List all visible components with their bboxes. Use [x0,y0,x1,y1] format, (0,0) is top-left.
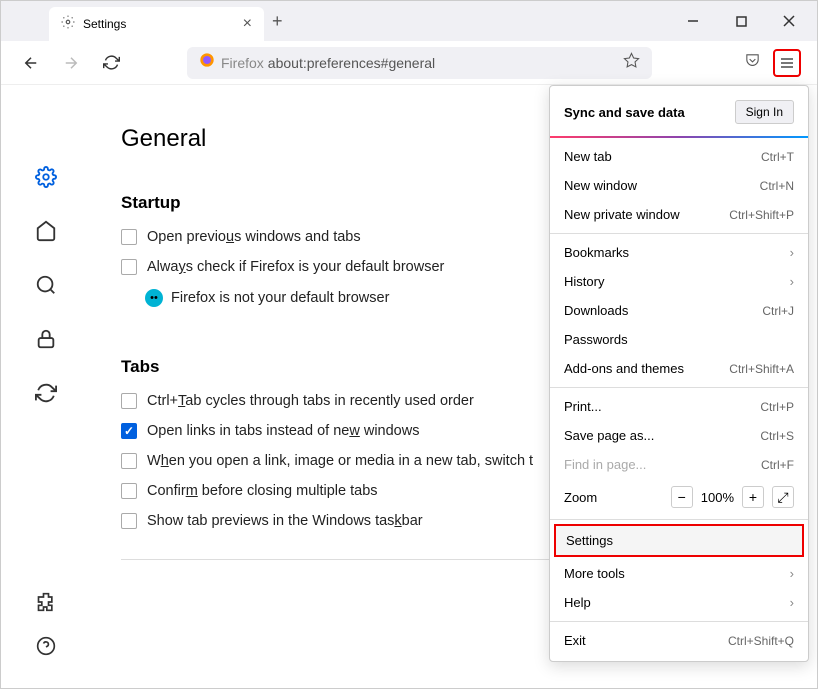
window-controls [681,9,809,33]
menu-new-private-window[interactable]: New private windowCtrl+Shift+P [550,200,808,229]
sidebar [1,85,91,688]
menu-passwords[interactable]: Passwords [550,325,808,354]
menu-separator [550,136,808,138]
checkbox[interactable] [121,393,137,409]
menu-new-window[interactable]: New windowCtrl+N [550,171,808,200]
menu-separator [550,519,808,520]
home-icon[interactable] [34,219,58,243]
url-text: about:preferences#general [268,55,435,71]
pocket-icon[interactable] [744,52,761,74]
titlebar: Settings × + [1,1,817,41]
menu-downloads[interactable]: DownloadsCtrl+J [550,296,808,325]
menu-settings[interactable]: Settings [554,524,804,557]
checkbox-label: Show tab previews in the Windows taskbar [147,513,423,529]
extensions-icon[interactable] [34,590,58,614]
checkbox[interactable] [121,453,137,469]
menu-save-as[interactable]: Save page as...Ctrl+S [550,421,808,450]
minimize-button[interactable] [681,9,705,33]
chevron-right-icon: › [790,566,794,581]
zoom-value: 100% [701,490,734,505]
url-bar[interactable]: Firefox about:preferences#general [187,47,652,79]
reload-button[interactable] [97,49,125,77]
help-icon[interactable] [34,634,58,658]
firefox-icon [199,52,215,73]
chevron-right-icon: › [790,245,794,260]
checkbox-label: Confirm before closing multiple tabs [147,483,378,499]
chevron-right-icon: › [790,274,794,289]
zoom-in-button[interactable]: + [742,486,764,508]
menu-find: Find in page...Ctrl+F [550,450,808,479]
chevron-right-icon: › [790,595,794,610]
checkbox-label: When you open a link, image or media in … [147,453,533,469]
checkbox-label: Open previous windows and tabs [147,229,361,245]
browser-tab[interactable]: Settings × [49,7,264,41]
sync-title: Sync and save data [564,105,685,120]
menu-sync-header: Sync and save data Sign In [550,92,808,132]
checkbox[interactable] [121,229,137,245]
menu-separator [550,233,808,234]
toolbar: Firefox about:preferences#general [1,41,817,85]
close-icon[interactable]: × [243,15,252,33]
menu-bookmarks[interactable]: Bookmarks› [550,238,808,267]
checkbox[interactable] [121,513,137,529]
menu-more-tools[interactable]: More tools› [550,559,808,588]
checkbox-label: Always check if Firefox is your default … [147,259,444,275]
menu-addons[interactable]: Add-ons and themesCtrl+Shift+A [550,354,808,383]
menu-separator [550,387,808,388]
hamburger-menu-button[interactable] [773,49,801,77]
menu-print[interactable]: Print...Ctrl+P [550,392,808,421]
new-tab-button[interactable]: + [272,11,283,32]
checkbox-label: Ctrl+Tab cycles through tabs in recently… [147,393,474,409]
checkbox-label: Open links in tabs instead of new window… [147,423,419,439]
signin-button[interactable]: Sign In [735,100,794,124]
checkbox[interactable] [121,483,137,499]
close-window-button[interactable] [777,9,801,33]
lock-icon[interactable] [34,327,58,351]
app-menu: Sync and save data Sign In New tabCtrl+T… [549,85,809,662]
sync-icon[interactable] [34,381,58,405]
zoom-out-button[interactable]: − [671,486,693,508]
sad-face-icon: •• [145,289,163,307]
maximize-button[interactable] [729,9,753,33]
menu-exit[interactable]: ExitCtrl+Shift+Q [550,626,808,655]
back-button[interactable] [17,49,45,77]
general-icon[interactable] [34,165,58,189]
menu-zoom-row: Zoom − 100% + ⤢ [550,479,808,515]
tab-title: Settings [83,17,243,31]
url-prefix: Firefox [221,55,264,71]
checkbox-checked[interactable] [121,423,137,439]
menu-history[interactable]: History› [550,267,808,296]
bookmark-star-icon[interactable] [623,52,640,74]
menu-new-tab[interactable]: New tabCtrl+T [550,142,808,171]
search-icon[interactable] [34,273,58,297]
checkbox[interactable] [121,259,137,275]
fullscreen-button[interactable]: ⤢ [772,486,794,508]
forward-button[interactable] [57,49,85,77]
gear-icon [61,15,75,34]
menu-help[interactable]: Help› [550,588,808,617]
menu-separator [550,621,808,622]
